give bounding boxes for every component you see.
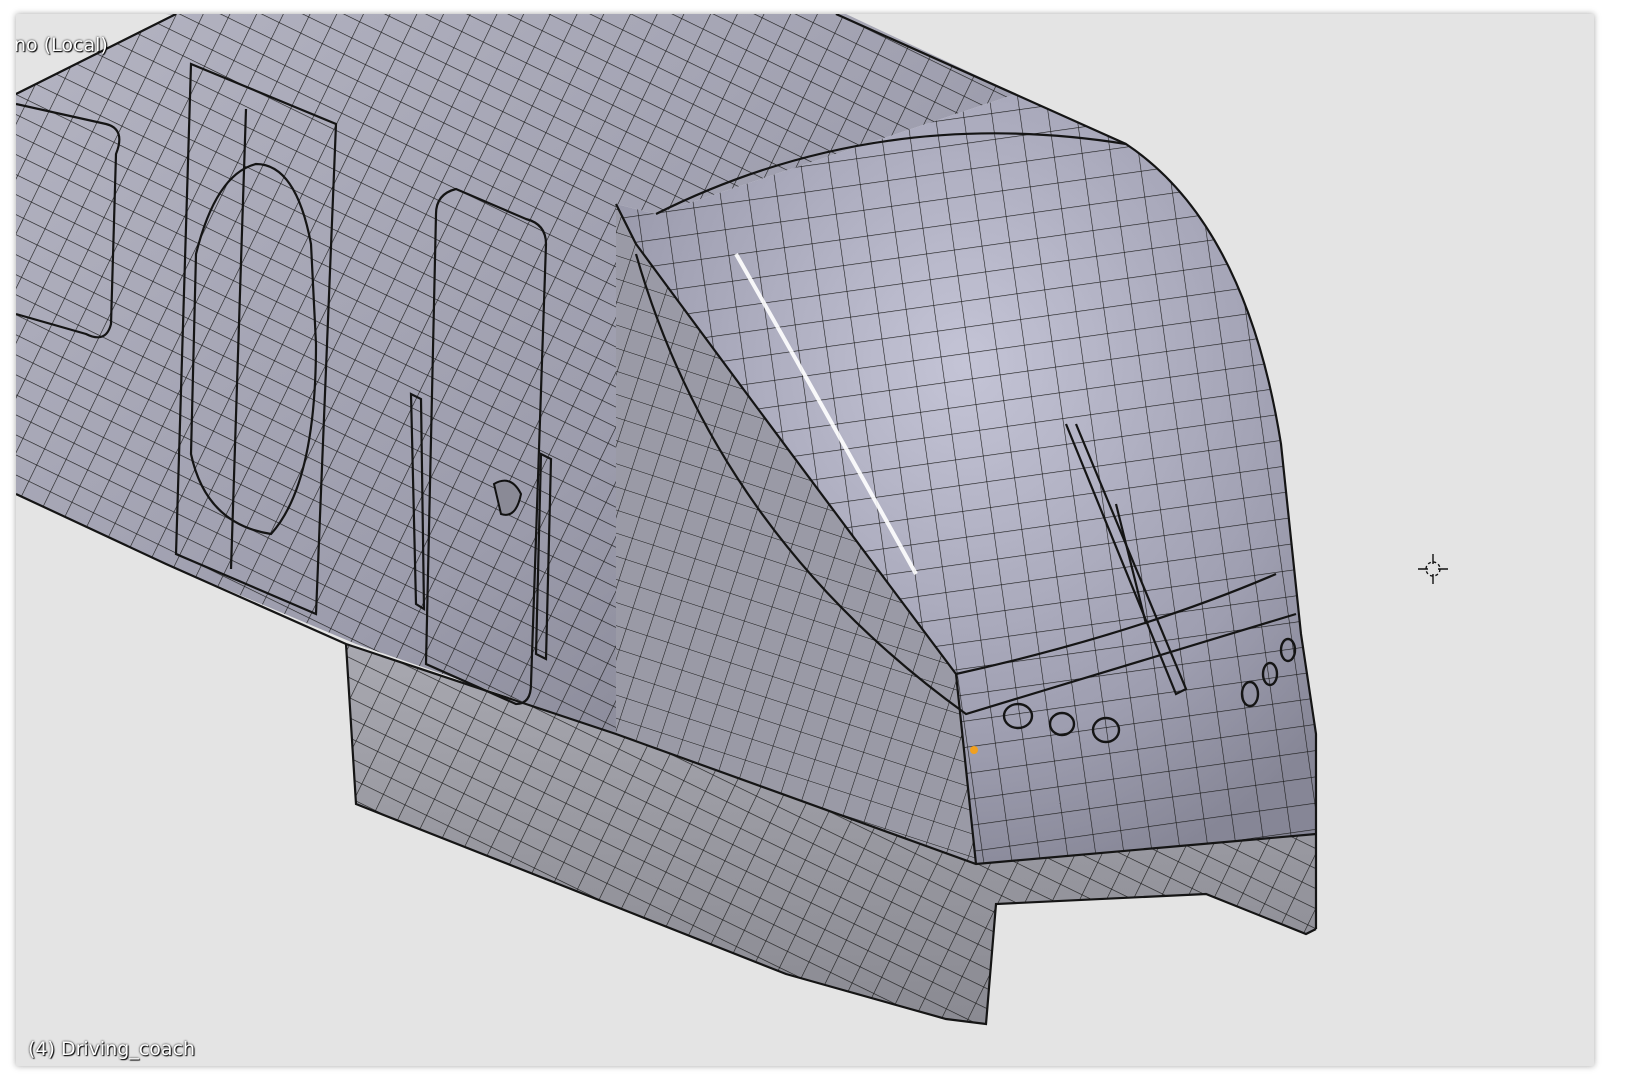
train-mesh-render xyxy=(16,14,1318,1026)
object-label: (4) Driving_coach xyxy=(28,1038,196,1060)
3d-viewport[interactable]: no (Local) (4) Driving_coach xyxy=(16,14,1594,1066)
view-label: no (Local) xyxy=(16,34,108,56)
3d-cursor-icon[interactable] xyxy=(1416,552,1450,586)
